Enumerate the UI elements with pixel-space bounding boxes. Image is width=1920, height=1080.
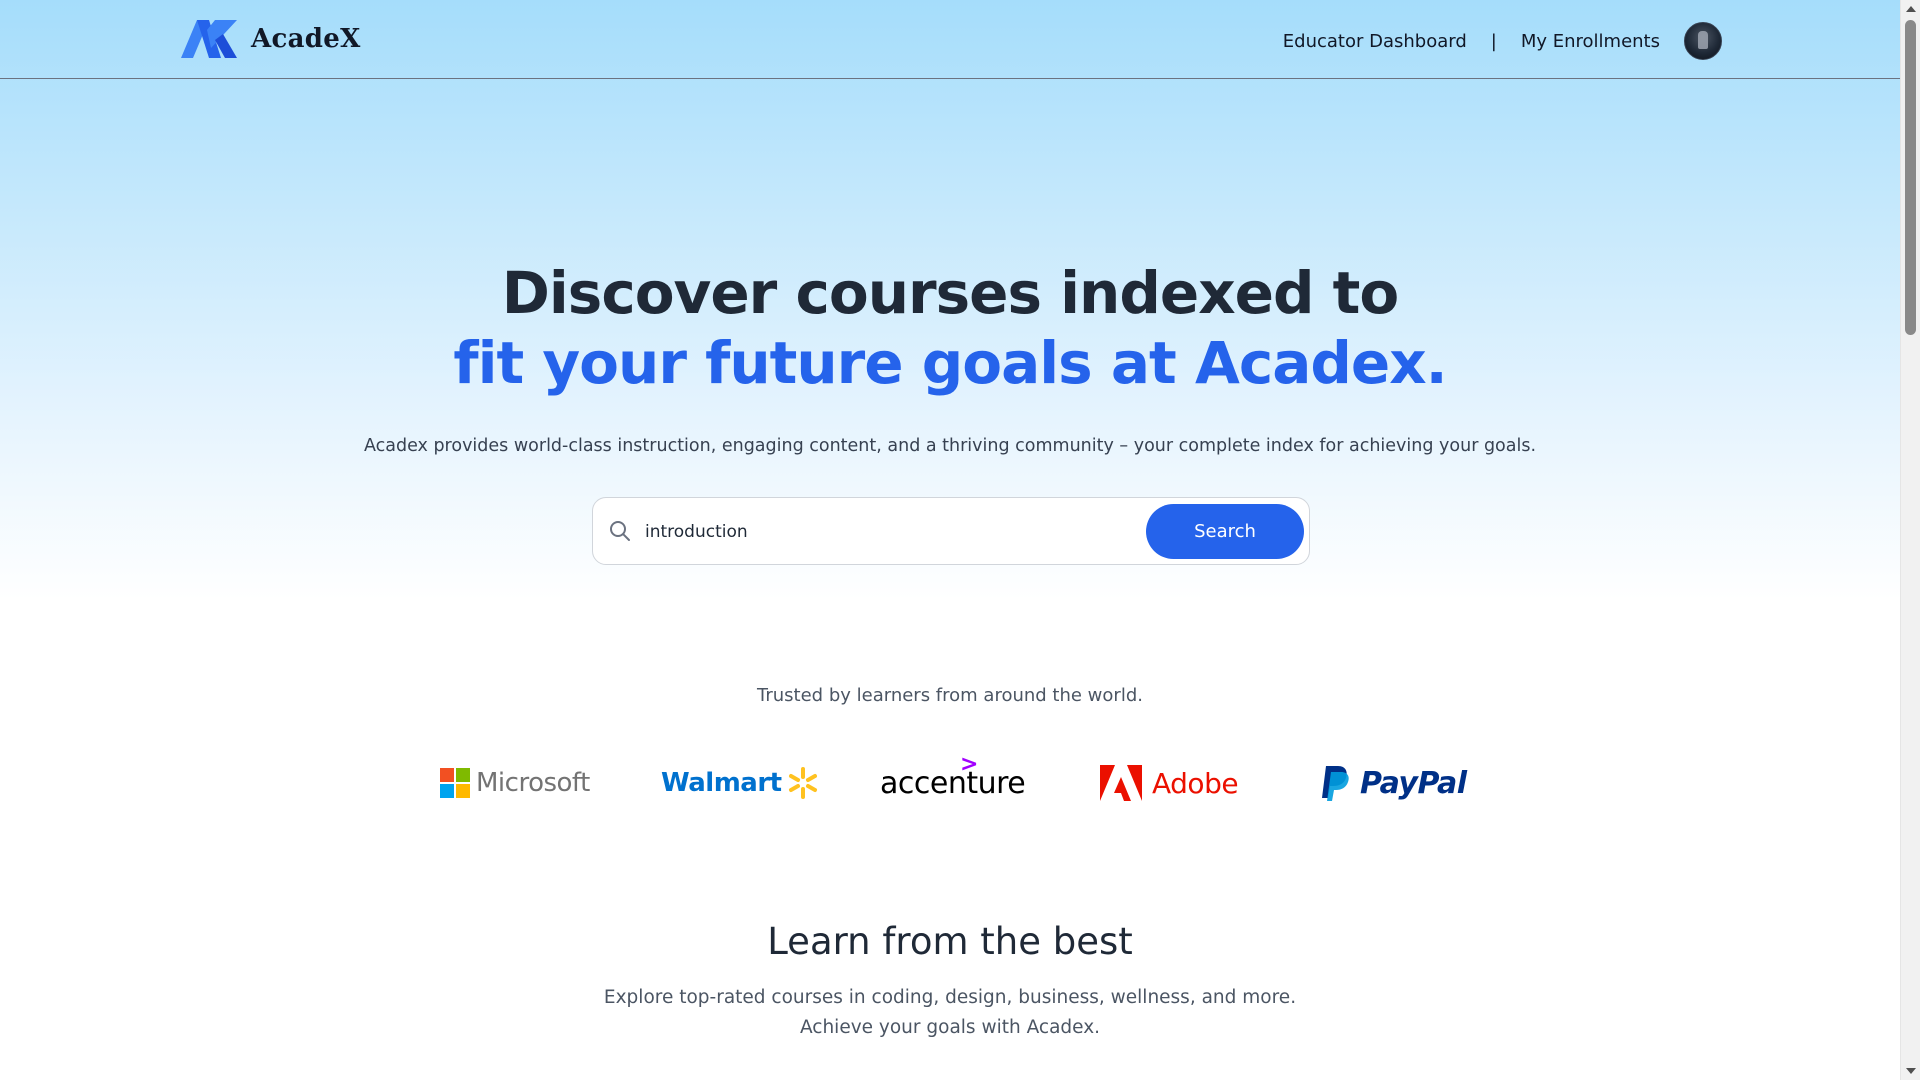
microsoft-logo: Microsoft	[440, 758, 590, 808]
my-enrollments-link[interactable]: My Enrollments	[1521, 31, 1660, 52]
learn-subtitle-line2: Achieve your goals with Acadex.	[799, 1017, 1101, 1038]
adobe-logo: Adobe	[1100, 758, 1239, 808]
nav-menu: Educator Dashboard | My Enrollments	[1283, 22, 1722, 60]
adobe-a-icon	[1100, 765, 1142, 801]
accenture-text: accenture	[880, 765, 1026, 801]
walmart-spark-icon	[788, 767, 817, 799]
scroll-down-arrow-icon[interactable]	[1906, 1068, 1916, 1074]
microsoft-squares-icon	[440, 768, 470, 798]
paypal-wordmark: PayPal	[1360, 765, 1467, 801]
learn-subtitle: Explore top-rated courses in coding, des…	[0, 983, 1900, 1043]
search-bar: Search	[592, 497, 1310, 565]
accenture-wordmark: accenture >	[880, 752, 1026, 801]
paypal-p-icon	[1322, 766, 1349, 801]
microsoft-wordmark: Microsoft	[476, 768, 590, 798]
accenture-mark-icon: >	[960, 751, 978, 777]
accenture-logo: accenture >	[880, 752, 1026, 808]
scroll-up-arrow-icon[interactable]	[1906, 6, 1916, 12]
hero-title-line2: fit your future goals at Acadex.	[453, 329, 1447, 397]
page-viewport: AcadeX Educator Dashboard | My Enrollmen…	[0, 0, 1900, 1080]
trusted-text: Trusted by learners from around the worl…	[757, 685, 1143, 706]
walmart-wordmark: Walmart	[661, 768, 782, 798]
navbar: AcadeX Educator Dashboard | My Enrollmen…	[0, 0, 1900, 79]
paypal-logo: PayPal	[1320, 758, 1467, 808]
user-avatar[interactable]	[1684, 22, 1722, 60]
adobe-wordmark: Adobe	[1152, 766, 1239, 800]
hero-title: Discover courses indexed to fit your fut…	[0, 258, 1900, 398]
acadex-logo-icon	[181, 20, 237, 58]
company-logos: Microsoft Walmart accenture > Adobe PayP…	[0, 752, 1900, 808]
learn-subtitle-line1: Explore top-rated courses in coding, des…	[603, 987, 1297, 1008]
learn-title: Learn from the best	[767, 920, 1133, 963]
search-button[interactable]: Search	[1146, 504, 1304, 559]
walmart-logo: Walmart	[661, 758, 820, 808]
hero-title-line1: Discover courses indexed to	[501, 259, 1399, 327]
vertical-scrollbar[interactable]	[1900, 0, 1920, 1080]
brand-name: AcadeX	[251, 24, 361, 54]
hero-subtitle: Acadex provides world-class instruction,…	[363, 436, 1537, 456]
scrollbar-thumb[interactable]	[1905, 20, 1916, 335]
brand-logo[interactable]: AcadeX	[181, 20, 361, 58]
search-input[interactable]	[643, 516, 1107, 548]
nav-separator: |	[1490, 30, 1497, 52]
search-icon	[610, 521, 630, 541]
educator-dashboard-link[interactable]: Educator Dashboard	[1283, 31, 1467, 52]
